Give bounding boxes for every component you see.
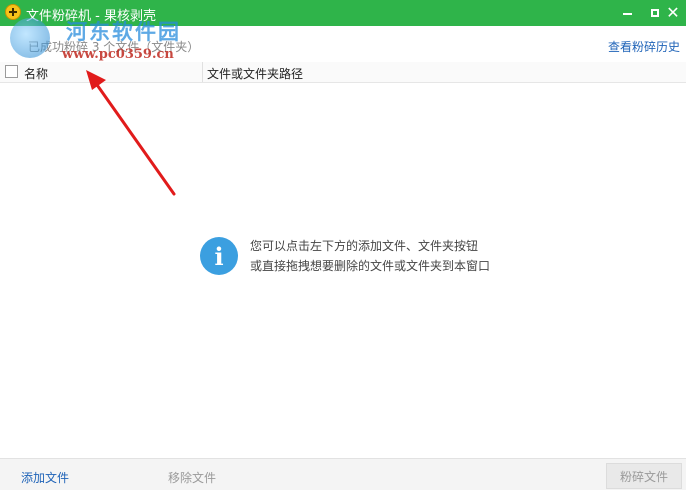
remove-file-button[interactable]: 移除文件: [168, 469, 216, 486]
shred-status-text: 已成功粉碎 3 个文件（文件夹）: [28, 40, 200, 54]
empty-hint-line-1: 您可以点击左下方的添加文件、文件夹按钮: [250, 239, 479, 253]
status-bar: 已成功粉碎 3 个文件（文件夹） 查看粉碎历史: [0, 26, 686, 63]
column-divider[interactable]: [202, 62, 203, 82]
window-title: 文件粉碎机 - 果核剥壳: [26, 9, 156, 24]
file-list-header: 名称 文件或文件夹路径: [0, 62, 686, 83]
shred-file-button[interactable]: 粉碎文件: [606, 463, 682, 489]
close-button[interactable]: ✕: [658, 0, 686, 26]
bottom-toolbar: 添加文件 移除文件 粉碎文件: [0, 458, 686, 490]
select-all-checkbox[interactable]: [5, 65, 18, 78]
add-file-button[interactable]: 添加文件: [21, 469, 69, 486]
minimize-icon: [622, 13, 632, 15]
minimize-button[interactable]: [612, 0, 642, 26]
title-bar: 文件粉碎机 - 果核剥壳 ✕: [0, 0, 686, 26]
column-header-path[interactable]: 文件或文件夹路径: [207, 65, 303, 82]
info-icon: i: [200, 237, 238, 275]
column-header-name[interactable]: 名称: [24, 65, 48, 82]
app-logo-icon: [5, 4, 21, 20]
view-history-link[interactable]: 查看粉碎历史: [608, 38, 680, 55]
empty-hint-line-2: 或直接拖拽想要删除的文件或文件夹到本窗口: [250, 259, 491, 273]
